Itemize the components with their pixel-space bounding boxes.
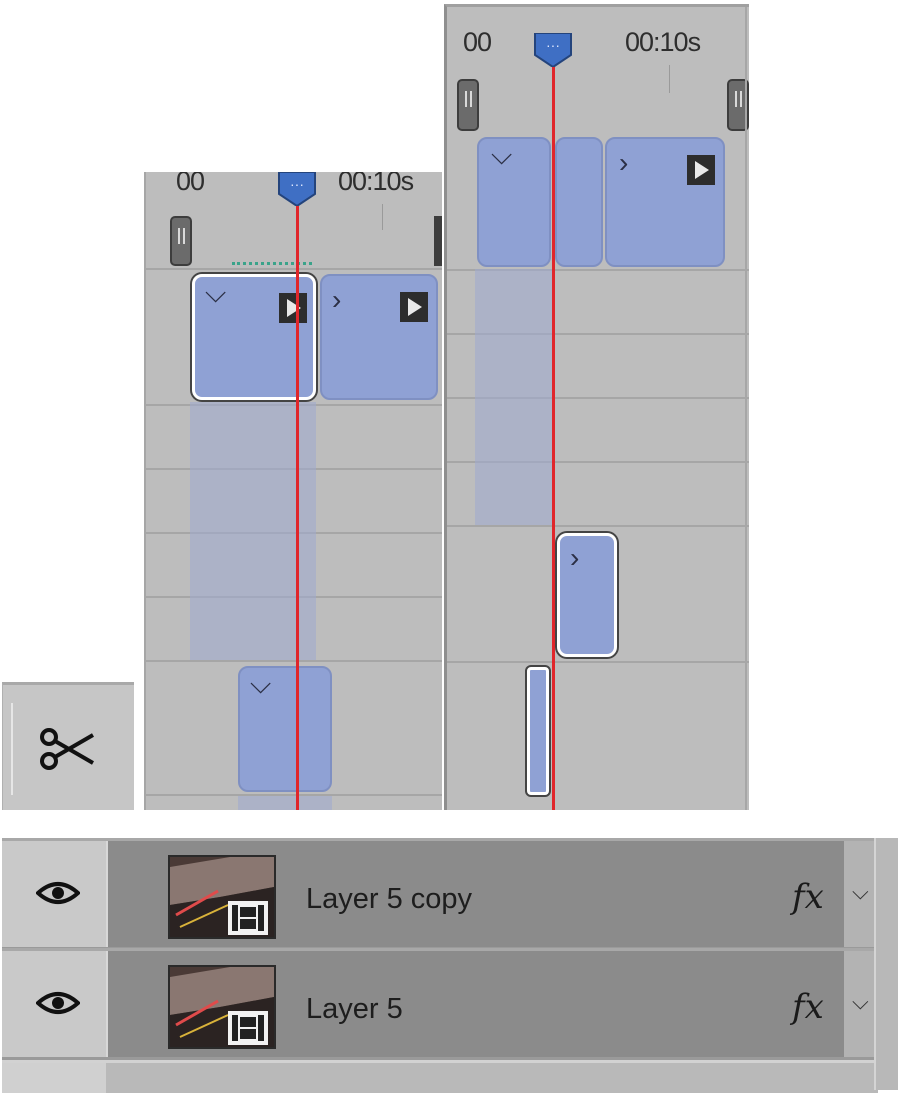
layer-effects-fx-icon[interactable]: fx	[792, 877, 824, 917]
playhead-marker[interactable]: ···	[277, 172, 317, 206]
play-clip-icon[interactable]	[687, 155, 715, 185]
layer-row[interactable]: Layer 5 copy fx ⌵	[2, 838, 878, 947]
panel-edge	[144, 172, 146, 810]
layer-thumbnail	[168, 855, 276, 939]
layer-effects-fx-icon[interactable]: fx	[792, 987, 824, 1027]
eye-icon[interactable]	[36, 989, 80, 1017]
play-clip-icon[interactable]	[400, 292, 428, 322]
layer-name[interactable]: Layer 5	[306, 993, 403, 1026]
scissors-icon	[40, 728, 95, 770]
clip-transition-chevron-icon: ›	[619, 147, 629, 178]
work-area-start-handle[interactable]	[457, 79, 479, 131]
time-label-start: 00	[176, 172, 205, 196]
layers-panel: Layer 5 copy fx ⌵ Layer 5 fx ⌵	[2, 838, 898, 1093]
playhead-line	[552, 55, 555, 810]
visibility-cell-empty	[2, 1063, 106, 1093]
visibility-cell[interactable]	[2, 841, 108, 947]
track-divider	[447, 525, 749, 527]
layers-scrollbar[interactable]	[874, 838, 898, 1090]
svg-text:···: ···	[546, 37, 560, 53]
clip-transition-chevron-icon: ⌵	[250, 668, 272, 699]
video-clip-split[interactable]	[555, 137, 603, 267]
time-label-start: 00	[463, 27, 492, 57]
clip-transition-chevron-icon: ⌵	[491, 139, 513, 170]
chevron-down-icon: ⌵	[852, 879, 869, 904]
clip-transition-chevron-icon: ›	[332, 284, 342, 315]
video-clip-selected[interactable]: ›	[557, 533, 617, 657]
layer-row[interactable]: Layer 5 fx ⌵	[2, 948, 878, 1057]
clip-transition-chevron-icon: ›	[570, 542, 580, 573]
layer-name[interactable]: Layer 5 copy	[306, 883, 472, 916]
play-clip-icon[interactable]	[279, 293, 307, 323]
visibility-cell[interactable]	[2, 951, 108, 1057]
time-label-10s: 00:10s	[338, 172, 414, 196]
playhead-marker[interactable]: ···	[533, 33, 573, 67]
track-divider	[144, 268, 442, 270]
video-clip[interactable]: ⌵	[477, 137, 551, 267]
layers-footer	[2, 1060, 878, 1093]
layer-thumbnail	[168, 965, 276, 1049]
svg-text:···: ···	[290, 176, 304, 192]
playhead-line	[296, 192, 299, 810]
timeline-panel-after: 00 00:10s ⌵ › › ···	[444, 4, 749, 810]
track-divider	[144, 660, 442, 662]
expand-effects-chevron[interactable]: ⌵	[844, 841, 878, 947]
video-clip[interactable]: ⌵	[238, 666, 332, 792]
time-tick	[669, 65, 670, 93]
eye-icon[interactable]	[36, 879, 80, 907]
track-divider	[447, 661, 749, 663]
split-clip-tool[interactable]	[2, 682, 134, 810]
video-clip[interactable]: ›	[320, 274, 438, 400]
clip-range-shade	[238, 796, 332, 810]
time-label-10s: 00:10s	[625, 27, 701, 57]
work-area-end-handle[interactable]	[434, 216, 442, 266]
video-clip[interactable]: ›	[605, 137, 725, 267]
time-tick	[382, 204, 383, 230]
work-area-start-handle[interactable]	[170, 216, 192, 266]
clip-range-shade	[475, 269, 553, 525]
video-clip-sliver[interactable]	[527, 667, 549, 795]
clip-transition-chevron-icon: ⌵	[205, 277, 227, 308]
panel-edge	[745, 7, 747, 810]
expand-effects-chevron[interactable]: ⌵	[844, 951, 878, 1057]
timeline-panel-before: 00 00:10s ⌵ › ⌵ ···	[144, 172, 442, 810]
chevron-down-icon: ⌵	[852, 989, 869, 1014]
